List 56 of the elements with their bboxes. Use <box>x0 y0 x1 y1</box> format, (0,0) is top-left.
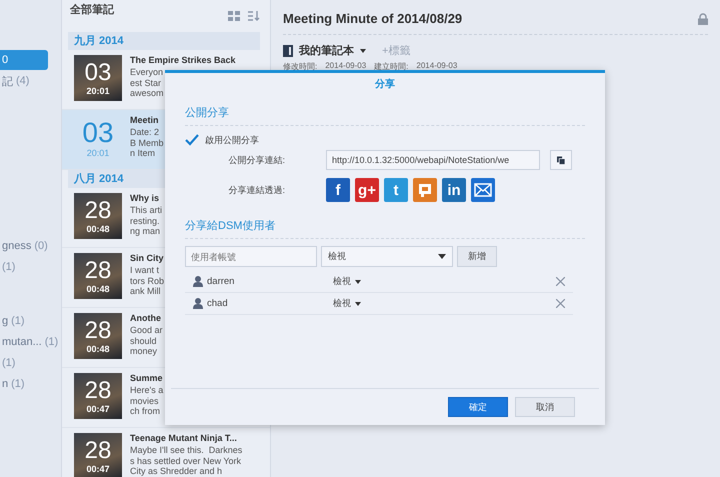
note-snippet: B Memb <box>130 138 164 148</box>
meta-label: 修改時間: <box>283 61 318 72</box>
user-name: darren <box>207 276 234 287</box>
thumbnail-day: 28 <box>84 318 112 344</box>
note-snippet: movies <box>130 396 160 406</box>
note-title: The Empire Strikes Back <box>130 55 236 66</box>
dialog-title: 分享 <box>374 77 396 92</box>
thumbnail-day: 03 <box>82 118 114 148</box>
checkbox-label: 啟用公開分享 <box>205 134 259 146</box>
meta-label: 建立時間: <box>374 61 408 72</box>
note-snippet: City as Shredder and h <box>130 466 224 476</box>
thumbnail-time: 00:48 <box>86 224 110 234</box>
note-title: Anothe <box>130 313 162 324</box>
note-snippet: est Star <box>130 78 162 88</box>
thumbnail-day: 28 <box>84 258 112 284</box>
month-header: 九月 2014 <box>68 32 260 50</box>
note-title: Teenage Mutant Ninja T... <box>130 433 238 444</box>
thumbnail-day: 28 <box>84 198 112 224</box>
note-snippet: Here's a <box>130 385 164 396</box>
note-snippet: tors Rob <box>130 276 164 286</box>
note-title: Meetin <box>130 115 160 126</box>
note-title: Why is <box>130 193 160 204</box>
thumbnail-time: 00:47 <box>86 464 110 474</box>
note-snippet: Good ar <box>130 325 163 336</box>
note-snippet: resting. <box>130 216 161 226</box>
thumbnail-day: 28 <box>84 438 112 464</box>
thumbnail-day: 03 <box>84 60 112 86</box>
note-title: Summe <box>130 373 164 384</box>
thumbnail-time: 00:48 <box>86 344 110 354</box>
note-snippet: Maybe I'll see this. Darknes <box>130 445 242 456</box>
note-snippet: ng man <box>130 226 162 236</box>
note-snippet: Everyon <box>130 67 164 78</box>
thumbnail-time: 00:47 <box>86 404 110 414</box>
note-title: Sin City <box>130 253 164 264</box>
note-snippet: I want t <box>130 265 160 276</box>
note-snippet: Date: 2 <box>130 127 160 138</box>
meta-date: 2014-09-03 <box>325 61 366 72</box>
note-snippet: should <box>130 336 158 346</box>
note-snippet: ank Mill <box>130 286 162 296</box>
thumbnail-time: 00:48 <box>86 284 110 294</box>
note-snippet: s has settled over New York <box>130 456 242 466</box>
user-name: chad <box>207 298 228 309</box>
field-label: 公開分享連結: <box>227 154 286 166</box>
note-snippet: awesom <box>130 88 165 98</box>
note-title: Meeting Minute of 2014/08/29 <box>283 11 462 26</box>
note-snippet: This arti <box>130 205 162 216</box>
meta-date: 2014-09-03 <box>416 61 458 72</box>
section-heading: 公開分享 <box>185 105 585 126</box>
thumbnail-time: 20:01 <box>86 148 110 158</box>
note-snippet: money <box>130 346 158 356</box>
note-snippet: n Item <box>130 148 156 158</box>
note-snippet: ch from <box>130 406 162 416</box>
thumbnail-time: 20:01 <box>86 86 110 96</box>
list-heading: 全部筆記 <box>70 2 115 16</box>
thumbnail-day: 28 <box>84 378 112 404</box>
section-heading: 分享給DSM使用者 <box>185 218 585 239</box>
